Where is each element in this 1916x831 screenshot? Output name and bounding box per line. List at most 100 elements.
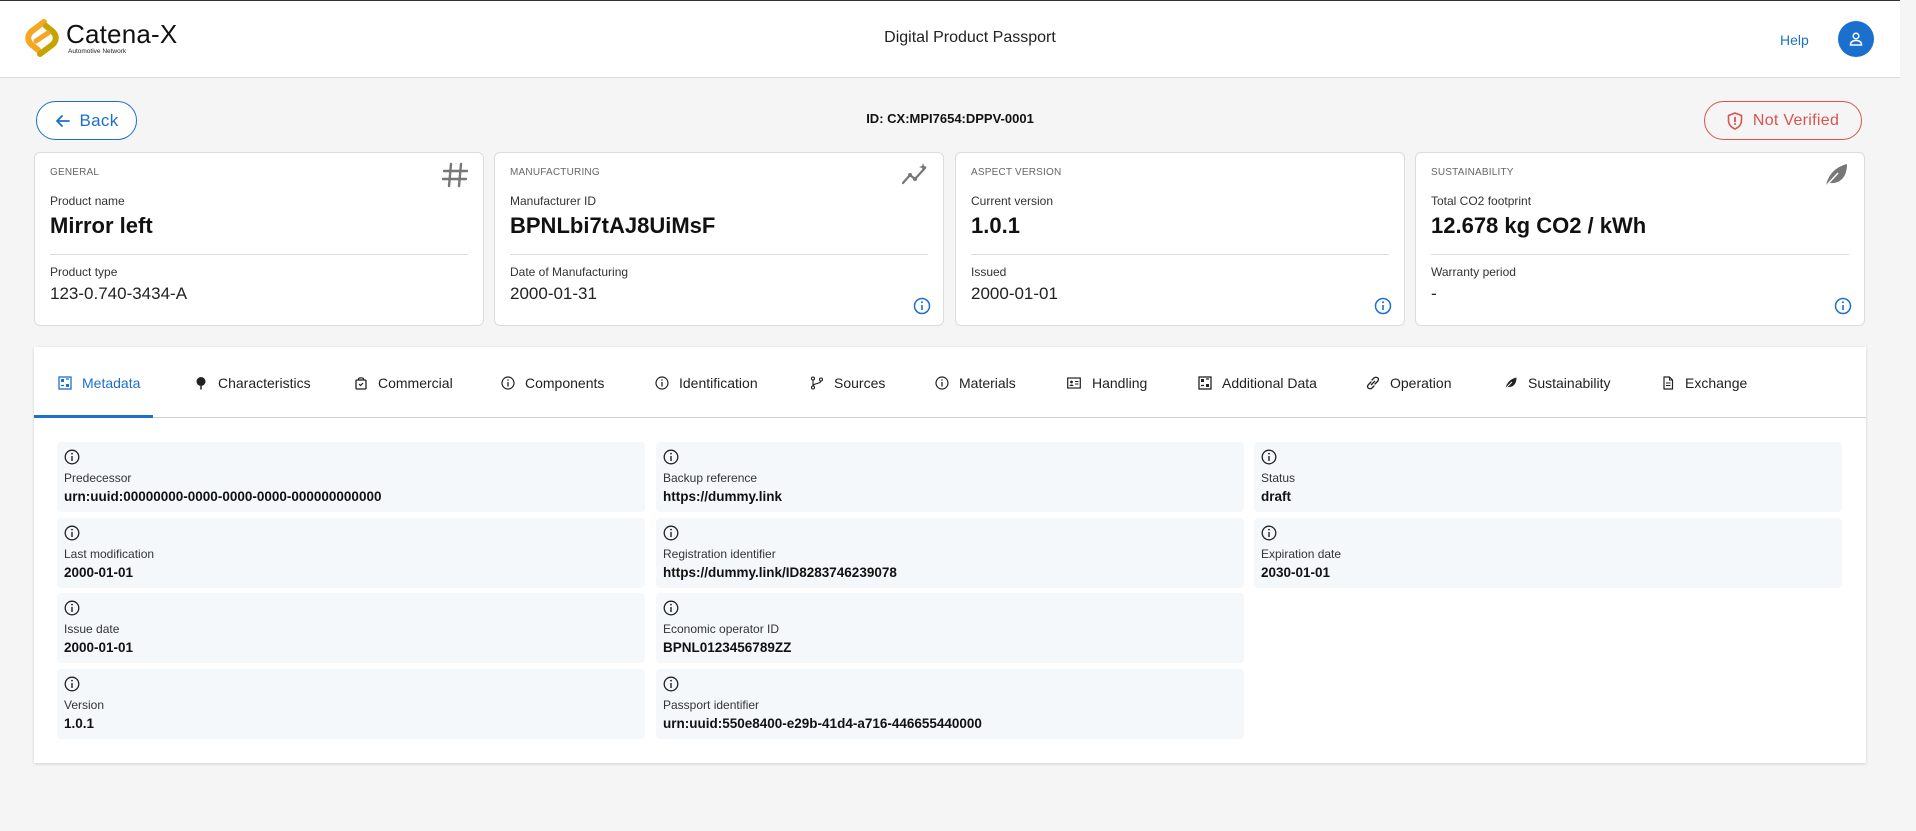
info-icon: [935, 375, 949, 390]
pin-icon: [196, 376, 206, 389]
product-name-value: Mirror left: [50, 213, 153, 238]
help-link[interactable]: Help: [1780, 32, 1809, 48]
tab-operation[interactable]: Operation: [1366, 347, 1451, 418]
field-issue-date: Issue date 2000-01-01: [57, 593, 645, 663]
leaf-icon: [1505, 377, 1517, 389]
branch-icon: [810, 375, 824, 390]
info-icon[interactable]: [64, 676, 80, 692]
field-registration-identifier: Registration identifier https://dummy.lin…: [656, 518, 1244, 588]
co2-footprint-value: 12.678 kg CO2 / kWh: [1431, 213, 1647, 238]
info-icon[interactable]: [1834, 297, 1852, 315]
manufacturing-date-value: 2000-01-31: [510, 284, 597, 303]
card-label: Current version: [971, 194, 1054, 208]
info-icon[interactable]: [64, 600, 80, 616]
card-divider: [50, 254, 468, 255]
card-label: Issued: [971, 265, 1007, 279]
field-expiration-date: Expiration date 2030-01-01: [1254, 518, 1842, 588]
tab-commercial[interactable]: Commercial: [354, 347, 453, 418]
tab-label: Characteristics: [218, 374, 311, 391]
info-icon[interactable]: [913, 297, 931, 315]
current-version-value: 1.0.1: [971, 213, 1020, 238]
field-label: Issue date: [64, 622, 120, 636]
user-avatar-button[interactable]: [1838, 21, 1874, 57]
card-label: Warranty period: [1431, 265, 1516, 279]
card-category: GENERAL: [50, 167, 100, 178]
card-divider: [971, 254, 1389, 255]
active-tab-indicator: [34, 415, 153, 418]
verification-status-badge[interactable]: Not Verified: [1704, 101, 1862, 140]
tab-label: Exchange: [1685, 374, 1748, 391]
info-icon[interactable]: [1261, 449, 1277, 465]
card-divider: [510, 254, 928, 255]
tab-label: Components: [525, 374, 605, 391]
field-value: 1.0.1: [64, 716, 95, 731]
tab-components[interactable]: Components: [501, 347, 604, 418]
info-icon[interactable]: [663, 449, 679, 465]
field-value: urn:uuid:00000000-0000-0000-0000-0000000…: [64, 489, 382, 504]
field-economic-operator-id: Economic operator ID BPNL0123456789ZZ: [656, 593, 1244, 663]
verification-status-label: Not Verified: [1752, 111, 1840, 129]
tabs-bar: Metadata Characteristics Commercial Comp…: [34, 347, 1866, 418]
aspect-version-card: ASPECT VERSION Current version 1.0.1 Iss…: [955, 152, 1405, 326]
app-title: Digital Product Passport: [884, 29, 1056, 46]
field-value: 2000-01-01: [64, 640, 134, 655]
card-label: Date of Manufacturing: [510, 265, 629, 279]
document-icon: [1663, 375, 1674, 390]
tab-identification[interactable]: Identification: [655, 347, 758, 418]
tab-materials[interactable]: Materials: [935, 347, 1016, 418]
tab-additional-data[interactable]: Additional Data: [1198, 347, 1317, 418]
field-value: https://dummy.link: [663, 489, 783, 504]
field-value: 2000-01-01: [64, 565, 134, 580]
field-label: Status: [1261, 471, 1296, 485]
info-icon[interactable]: [1261, 525, 1277, 541]
field-label: Version: [64, 698, 105, 712]
info-icon[interactable]: [64, 525, 80, 541]
card-category: SUSTAINABILITY: [1431, 167, 1514, 178]
tab-label: Additional Data: [1222, 374, 1317, 391]
info-icon[interactable]: [663, 525, 679, 541]
logo-subtitle: Automotive Network: [68, 48, 127, 55]
issued-value: 2000-01-01: [971, 284, 1058, 303]
warranty-period-value: -: [1431, 284, 1437, 303]
field-status: Status draft: [1254, 442, 1842, 512]
tab-label: Materials: [959, 374, 1016, 391]
card-label: Product type: [50, 265, 118, 279]
field-label: Predecessor: [64, 471, 132, 485]
user-icon: [1849, 32, 1863, 46]
field-label: Backup reference: [663, 471, 758, 485]
card-category: ASPECT VERSION: [971, 167, 1062, 178]
id-card-icon: [1067, 376, 1081, 389]
shield-alert-icon: [1727, 111, 1743, 130]
general-card: GENERAL Product name Mirror left Product…: [34, 152, 484, 326]
card-category: MANUFACTURING: [510, 167, 600, 178]
info-icon: [501, 375, 515, 390]
product-type-value: 123-0.740-3434-A: [50, 284, 188, 303]
field-label: Registration identifier: [663, 547, 776, 561]
tab-handling[interactable]: Handling: [1066, 347, 1147, 418]
manufacturing-card: MANUFACTURING Manufacturer ID BPNLbi7tAJ…: [494, 152, 944, 326]
info-icon[interactable]: [1374, 297, 1392, 315]
tab-label: Operation: [1390, 374, 1452, 391]
tab-sources[interactable]: Sources: [810, 347, 885, 418]
tab-metadata[interactable]: Metadata: [58, 347, 140, 418]
tab-exchange[interactable]: Exchange: [1661, 347, 1747, 418]
tab-label: Sustainability: [1528, 374, 1611, 391]
field-last-modification: Last modification 2000-01-01: [57, 518, 645, 588]
card-label: Product name: [50, 194, 125, 208]
card-label: Total CO2 footprint: [1431, 194, 1532, 208]
tab-characteristics[interactable]: Characteristics: [194, 347, 311, 418]
info-icon[interactable]: [663, 600, 679, 616]
tab-label: Commercial: [378, 374, 453, 391]
field-label: Expiration date: [1261, 547, 1342, 561]
sustainability-card: SUSTAINABILITY Total CO2 footprint 12.67…: [1415, 152, 1865, 326]
tab-label: Identification: [679, 374, 758, 391]
hash-icon: [441, 162, 469, 188]
field-value: draft: [1261, 489, 1291, 504]
info-icon[interactable]: [663, 676, 679, 692]
trend-icon: [901, 163, 927, 185]
tab-sustainability[interactable]: Sustainability: [1504, 347, 1611, 418]
passport-id: ID: CX:MPI7654:DPPV-0001: [866, 111, 1034, 126]
tab-label: Sources: [834, 374, 886, 391]
info-icon[interactable]: [64, 449, 80, 465]
field-version: Version 1.0.1: [57, 669, 645, 739]
